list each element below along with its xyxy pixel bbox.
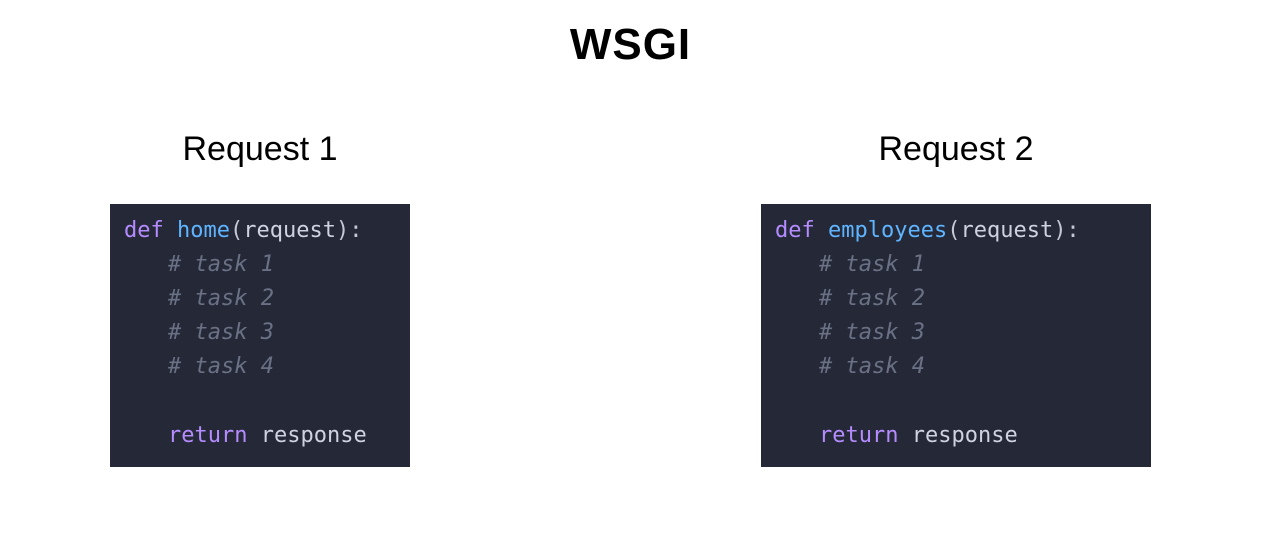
close-paren: ):	[336, 218, 363, 243]
comment-line: # task 1	[819, 252, 925, 277]
column-heading: Request 2	[879, 130, 1034, 169]
comment-line: # task 2	[168, 286, 274, 311]
param-request: request	[960, 218, 1053, 243]
page-title: WSGI	[0, 20, 1261, 70]
return-value: response	[898, 423, 1017, 448]
param-request: request	[243, 218, 336, 243]
close-paren: ):	[1053, 218, 1080, 243]
comment-line: # task 4	[168, 354, 274, 379]
column-request-2: Request 2 def employees(request): # task…	[761, 130, 1151, 467]
comment-line: # task 4	[819, 354, 925, 379]
comment-line: # task 1	[168, 252, 274, 277]
open-paren: (	[947, 218, 960, 243]
open-paren: (	[230, 218, 243, 243]
code-block-employees: def employees(request): # task 1 # task …	[761, 204, 1151, 467]
comment-line: # task 3	[168, 320, 274, 345]
return-value: response	[247, 423, 366, 448]
keyword-def: def	[124, 218, 164, 243]
function-name: home	[177, 218, 230, 243]
column-request-1: Request 1 def home(request): # task 1 # …	[110, 130, 410, 467]
function-name: employees	[828, 218, 947, 243]
comment-line: # task 3	[819, 320, 925, 345]
keyword-return: return	[168, 423, 247, 448]
code-block-home: def home(request): # task 1 # task 2 # t…	[110, 204, 410, 467]
keyword-def: def	[775, 218, 815, 243]
columns-container: Request 1 def home(request): # task 1 # …	[0, 130, 1261, 467]
keyword-return: return	[819, 423, 898, 448]
column-heading: Request 1	[183, 130, 338, 169]
comment-line: # task 2	[819, 286, 925, 311]
